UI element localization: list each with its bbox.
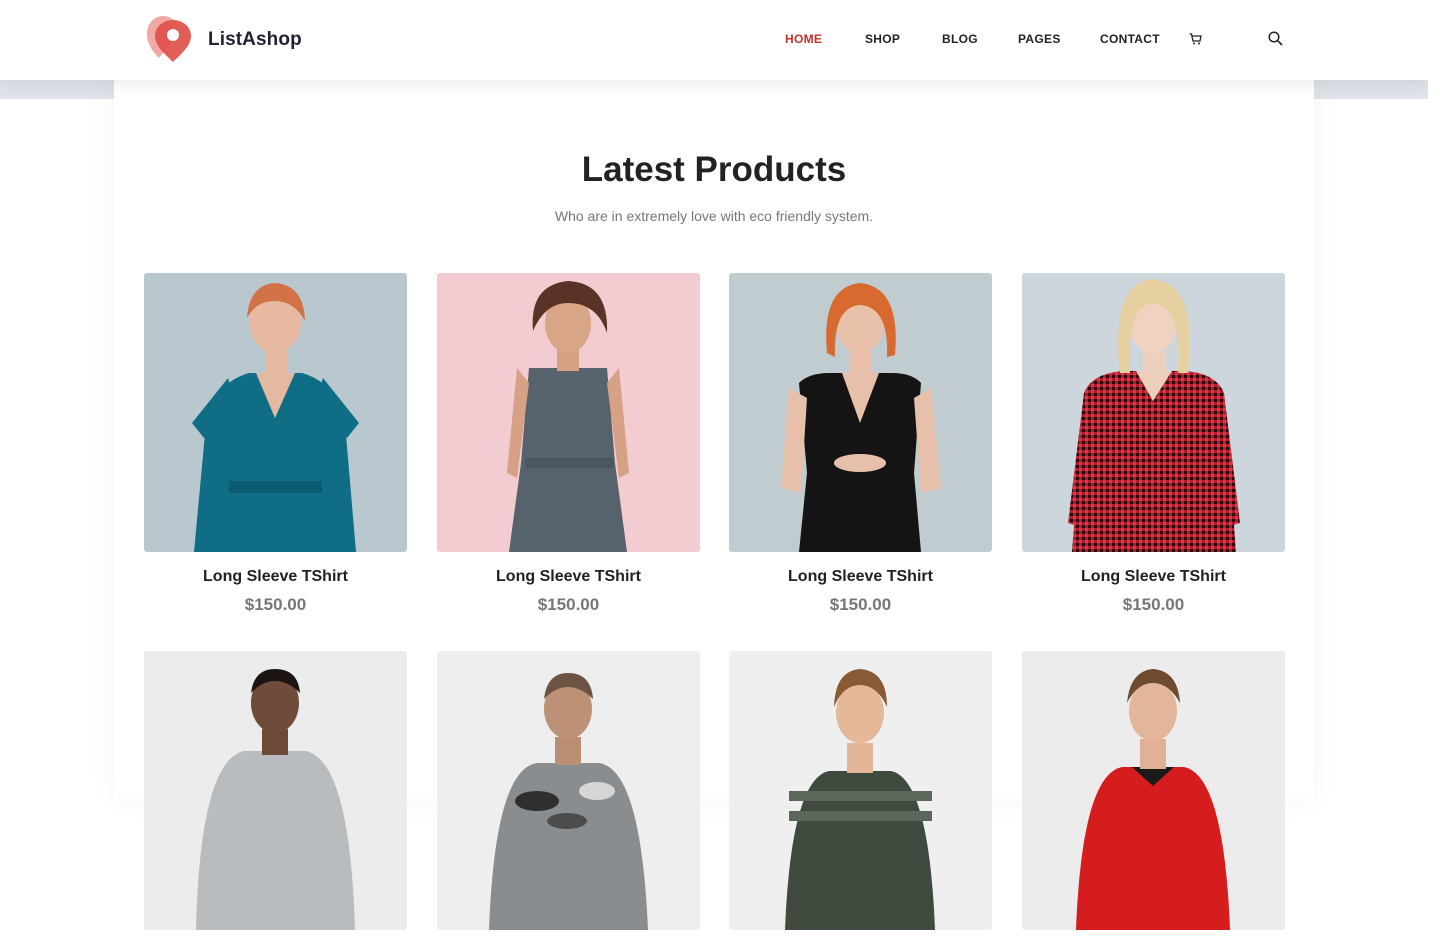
section-title: Latest Products <box>581 150 847 189</box>
main-nav: HOME SHOP BLOG PAGES CONTACT <box>0 0 1428 80</box>
product-image-black-dress[interactable] <box>729 273 992 552</box>
nav-item-home[interactable]: HOME <box>785 32 822 46</box>
nav-item-shop[interactable]: SHOP <box>865 32 900 46</box>
product-image-plaid-shirt[interactable] <box>1022 273 1285 552</box>
product-name[interactable]: Long Sleeve TShirt <box>1022 568 1285 586</box>
product-price: $150.00 <box>244 595 307 614</box>
product-image-grey-sweatshirt[interactable] <box>144 651 407 930</box>
product-image-red-jersey[interactable] <box>1022 651 1285 930</box>
product-image-striped-jersey[interactable] <box>729 651 992 930</box>
product-price: $150.00 <box>537 595 600 614</box>
site-header: ListAshop HOME SHOP BLOG PAGES CONTACT <box>0 0 1428 80</box>
nav-item-blog[interactable]: BLOG <box>942 32 978 46</box>
scrollbar-gutter <box>1428 0 1440 799</box>
product-card[interactable]: Long Sleeve TShirt $150.00 <box>1022 273 1285 615</box>
cart-icon[interactable] <box>1189 32 1202 50</box>
product-card[interactable]: Long Sleeve TShirt $150.00 <box>144 273 407 615</box>
product-price: $150.00 <box>829 595 892 614</box>
product-card[interactable]: Long Sleeve TShirt $150.00 <box>437 273 700 615</box>
nav-item-pages[interactable]: PAGES <box>1018 32 1061 46</box>
search-icon[interactable] <box>1268 31 1283 51</box>
product-name[interactable]: Long Sleeve TShirt <box>729 568 992 586</box>
product-image-grey-romper[interactable] <box>437 273 700 552</box>
latest-products-section: Latest Products Who are in extremely lov… <box>114 80 1314 930</box>
product-image-teal-dress[interactable] <box>144 273 407 552</box>
product-name[interactable]: Long Sleeve TShirt <box>144 568 407 586</box>
product-card[interactable]: Long Sleeve TShirt $150.00 <box>729 273 992 615</box>
nav-item-contact[interactable]: CONTACT <box>1100 32 1160 46</box>
section-subtitle: Who are in extremely love with eco frien… <box>554 208 874 224</box>
product-name[interactable]: Long Sleeve TShirt <box>437 568 700 586</box>
product-price: $150.00 <box>1122 595 1185 614</box>
product-image-camo-tee[interactable] <box>437 651 700 930</box>
